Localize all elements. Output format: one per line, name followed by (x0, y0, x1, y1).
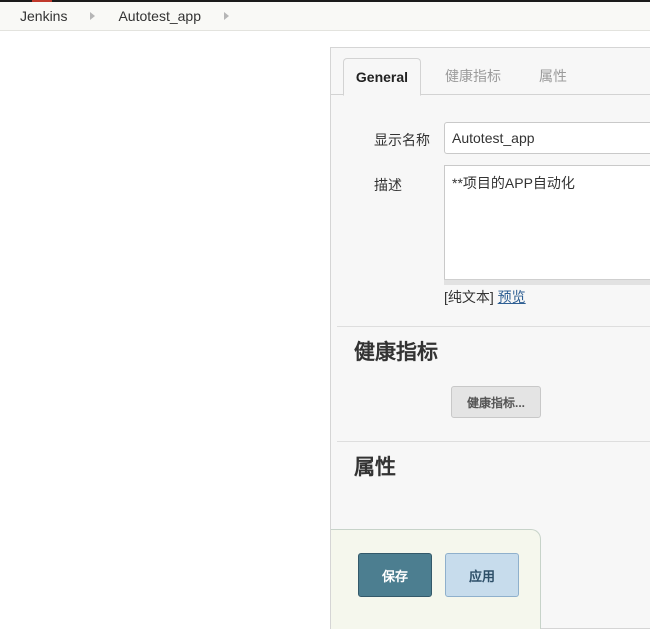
description-textarea[interactable]: **项目的APP自动化 (444, 165, 650, 285)
apply-button[interactable]: 应用 (445, 553, 519, 597)
preview-link[interactable]: 预览 (498, 289, 526, 305)
save-button[interactable]: 保存 (358, 553, 432, 597)
health-section-title: 健康指标 (354, 341, 438, 364)
breadcrumb: Jenkins Autotest_app (0, 2, 650, 31)
section-divider (337, 326, 650, 327)
config-panel: General 健康指标 属性 显示名称 Autotest_app 描述 **项… (330, 47, 650, 629)
tab-general[interactable]: General (343, 58, 421, 96)
bottom-action-bar: 保存 应用 (331, 529, 541, 629)
breadcrumb-jenkins[interactable]: Jenkins (0, 8, 67, 24)
tab-properties[interactable]: 属性 (539, 58, 567, 95)
display-name-input[interactable]: Autotest_app (444, 122, 650, 154)
breadcrumb-arrow-icon[interactable] (223, 12, 229, 20)
section-divider (337, 441, 650, 442)
description-label: 描述 (374, 177, 402, 193)
tab-bar: General 健康指标 属性 (331, 48, 650, 96)
display-name-label: 显示名称 (374, 132, 430, 148)
breadcrumb-autotest-app[interactable]: Autotest_app (95, 8, 201, 24)
format-plain-text: [纯文本] (444, 289, 494, 305)
description-format: [纯文本] 预览 (444, 287, 526, 307)
tab-health-metrics[interactable]: 健康指标 (445, 58, 501, 95)
health-metrics-button[interactable]: 健康指标... (451, 386, 541, 418)
textarea-resize-handle[interactable] (444, 279, 650, 285)
properties-section-title: 属性 (354, 456, 396, 479)
